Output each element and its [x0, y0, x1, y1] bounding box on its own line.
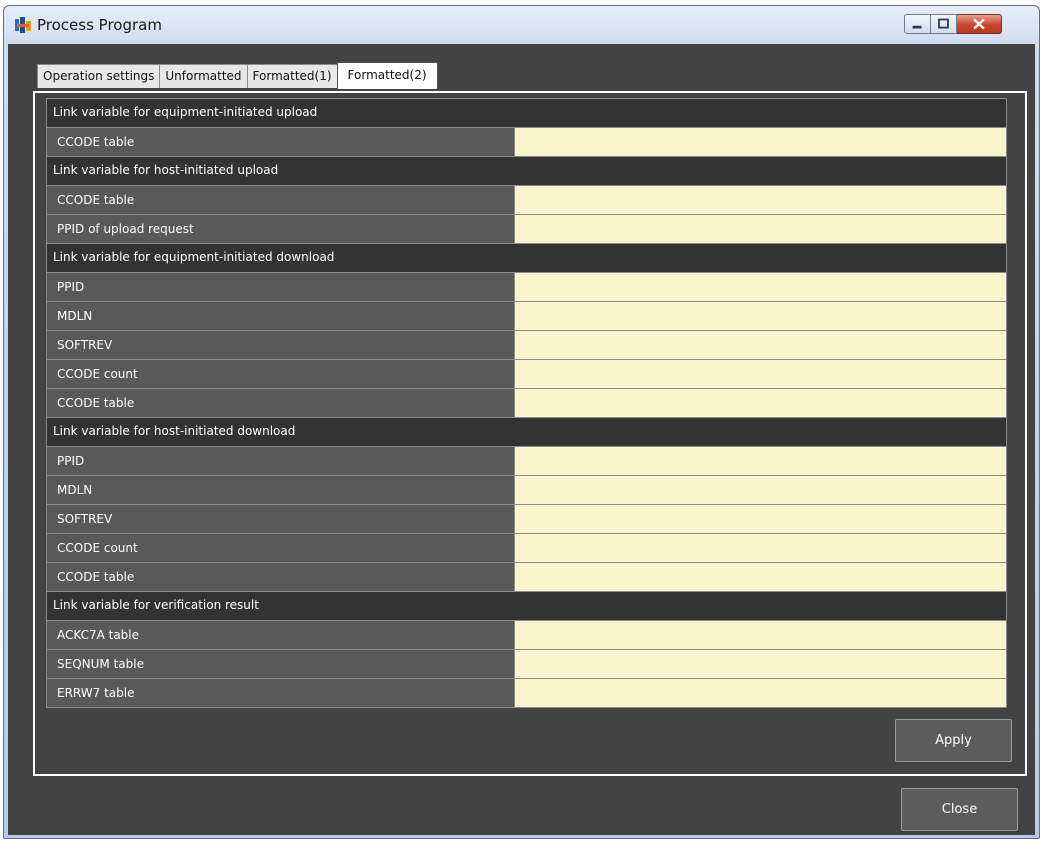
section-header: Link variable for host-initiated downloa… — [46, 418, 1007, 447]
table-row: PPID — [46, 447, 1007, 476]
section-header: Link variable for equipment-initiated do… — [46, 244, 1007, 273]
section-title: Link variable for host-initiated upload — [53, 163, 279, 177]
row-label: PPID — [47, 273, 515, 301]
row-label: SOFTREV — [47, 331, 515, 359]
table-row: CCODE count — [46, 534, 1007, 563]
apply-button[interactable]: Apply — [895, 719, 1012, 762]
tab-unformatted[interactable]: Unformatted — [159, 64, 248, 88]
row-label: CCODE table — [47, 389, 515, 417]
row-label: ACKC7A table — [47, 621, 515, 649]
link-variable-input[interactable] — [515, 360, 1006, 388]
minimize-icon — [912, 25, 922, 29]
row-label: SEQNUM table — [47, 650, 515, 678]
link-variable-input[interactable] — [515, 505, 1006, 533]
link-variable-input[interactable] — [515, 186, 1006, 214]
link-variable-input[interactable] — [515, 621, 1006, 649]
table-row: MDLN — [46, 476, 1007, 505]
table-row: MDLN — [46, 302, 1007, 331]
row-label: CCODE table — [47, 128, 515, 156]
row-label: PPID — [47, 447, 515, 475]
link-variable-input[interactable] — [515, 273, 1006, 301]
row-label: PPID of upload request — [47, 215, 515, 243]
section-header: Link variable for host-initiated upload — [46, 157, 1007, 186]
link-variable-input[interactable] — [515, 650, 1006, 678]
maximize-icon — [938, 18, 949, 29]
link-variable-input[interactable] — [515, 447, 1006, 475]
dialog-body: Operation settings Unformatted Formatted… — [8, 44, 1035, 835]
section-title: Link variable for equipment-initiated up… — [53, 105, 318, 119]
tab-strip: Operation settings Unformatted Formatted… — [37, 62, 438, 89]
row-label: CCODE table — [47, 186, 515, 214]
maximize-button[interactable] — [931, 14, 957, 34]
link-variable-input[interactable] — [515, 128, 1006, 156]
section-header: Link variable for verification result — [46, 592, 1007, 621]
row-label: ERRW7 table — [47, 679, 515, 707]
link-variable-input[interactable] — [515, 534, 1006, 562]
window-close-button[interactable] — [957, 14, 1002, 34]
section-title: Link variable for host-initiated downloa… — [53, 424, 296, 438]
section-header: Link variable for equipment-initiated up… — [46, 99, 1007, 128]
process-program-app-icon — [15, 17, 31, 33]
link-variable-input[interactable] — [515, 563, 1006, 591]
row-label: MDLN — [47, 302, 515, 330]
table-row: SOFTREV — [46, 505, 1007, 534]
table-row: SEQNUM table — [46, 650, 1007, 679]
window-title: Process Program — [37, 16, 162, 34]
link-variable-input[interactable] — [515, 331, 1006, 359]
table-row: CCODE count — [46, 360, 1007, 389]
table-row: SOFTREV — [46, 331, 1007, 360]
table-row: CCODE table — [46, 128, 1007, 157]
row-label: MDLN — [47, 476, 515, 504]
row-label: SOFTREV — [47, 505, 515, 533]
close-icon — [973, 18, 985, 30]
link-variable-input[interactable] — [515, 389, 1006, 417]
title-bar[interactable]: Process Program — [4, 6, 1039, 44]
tab-operation-settings[interactable]: Operation settings — [37, 64, 161, 88]
tab-formatted-2[interactable]: Formatted(2) — [336, 62, 438, 89]
row-label: CCODE count — [47, 360, 515, 388]
link-variable-input[interactable] — [515, 302, 1006, 330]
row-label: CCODE count — [47, 534, 515, 562]
table-row: PPID — [46, 273, 1007, 302]
close-button[interactable]: Close — [901, 788, 1018, 831]
process-program-window: Process Program Operation settings Unfor… — [3, 5, 1040, 839]
table-row: CCODE table — [46, 186, 1007, 215]
link-variable-input[interactable] — [515, 679, 1006, 707]
table-row: CCODE table — [46, 389, 1007, 418]
row-label: CCODE table — [47, 563, 515, 591]
table-row: ERRW7 table — [46, 679, 1007, 708]
table-row: ACKC7A table — [46, 621, 1007, 650]
table-row: CCODE table — [46, 563, 1007, 592]
link-variable-grid: Link variable for equipment-initiated up… — [46, 98, 1007, 708]
link-variable-input[interactable] — [515, 476, 1006, 504]
minimize-button[interactable] — [904, 14, 931, 34]
link-variable-input[interactable] — [515, 215, 1006, 243]
section-title: Link variable for equipment-initiated do… — [53, 250, 335, 264]
formatted-2-panel: Link variable for equipment-initiated up… — [33, 91, 1027, 776]
table-row: PPID of upload request — [46, 215, 1007, 244]
tab-formatted-1[interactable]: Formatted(1) — [246, 64, 338, 88]
section-title: Link variable for verification result — [53, 598, 259, 612]
